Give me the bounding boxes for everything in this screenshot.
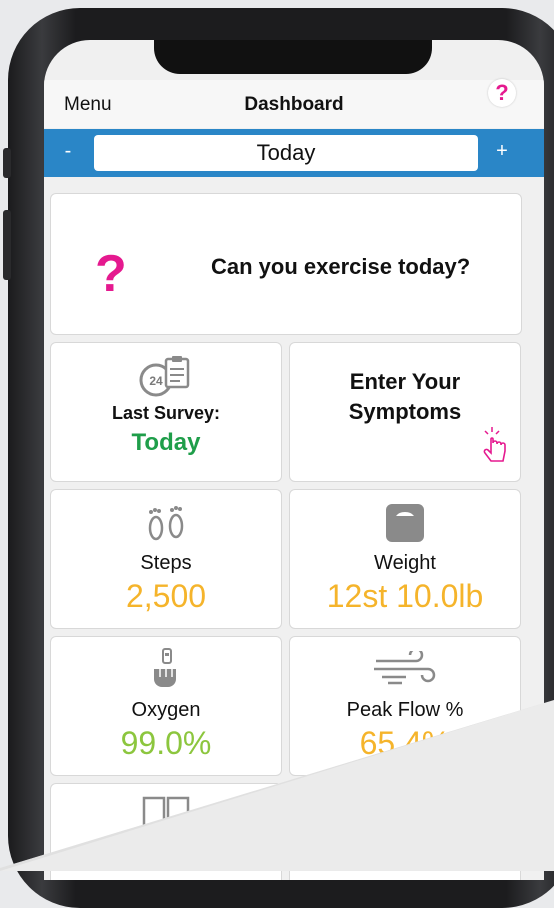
question-icon: ? [95, 245, 127, 303]
weight-value: 12st 10.0lb [326, 578, 484, 614]
symptoms-line1: Enter Your [349, 369, 461, 394]
help-button[interactable]: ? [488, 79, 516, 107]
symptoms-line2: Symptoms [348, 399, 462, 424]
steps-label: Steps [140, 552, 192, 574]
last-survey-label: Last Survey: [111, 403, 221, 423]
footprints-icon [141, 502, 191, 551]
scale-icon [384, 502, 426, 549]
peak-flow-value: 65.4% [359, 725, 451, 761]
calendar-number: 24 [149, 374, 163, 388]
tap-hand-icon [480, 425, 510, 468]
oxygen-value: 99.0% [120, 725, 212, 761]
weight-card[interactable]: Weight 12st 10.0lb [289, 489, 521, 629]
pulse-oximeter-icon [146, 647, 186, 696]
book-icon [140, 794, 192, 839]
oxygen-label: Oxygen [131, 699, 201, 721]
phone-volume-up [3, 210, 11, 280]
last-survey-card[interactable]: 24 Last Survey: Today [50, 342, 282, 482]
nav-bar: Menu Dashboard [44, 80, 544, 128]
next-day-button[interactable]: + [492, 140, 512, 163]
exercise-card[interactable]: ? Can you exercise today? [50, 193, 522, 335]
phone-side-button [3, 148, 11, 178]
diary-card[interactable] [50, 783, 282, 880]
phone-notch [154, 40, 432, 74]
previous-day-button[interactable]: - [58, 140, 78, 163]
wind-icon [372, 647, 438, 692]
extra-card[interactable] [289, 783, 521, 880]
oxygen-card[interactable]: Oxygen 99.0% [50, 636, 282, 776]
steps-card[interactable]: Steps 2,500 [50, 489, 282, 629]
date-field[interactable]: Today [94, 135, 478, 171]
date-selector: - Today + [44, 129, 544, 177]
last-survey-value: Today [131, 429, 201, 456]
symptoms-card[interactable]: Enter Your Symptoms [289, 342, 521, 482]
app-screen: Menu Dashboard ? - Today + ? Can you exe… [44, 40, 544, 880]
calendar-24-icon: 24 [136, 355, 196, 404]
peak-flow-label: Peak Flow % [346, 699, 464, 721]
weight-label: Weight [374, 552, 436, 574]
peak-flow-card[interactable]: Peak Flow % 65.4% [289, 636, 521, 776]
steps-value: 2,500 [125, 578, 207, 614]
page-title: Dashboard [244, 94, 344, 115]
exercise-question: Can you exercise today? [211, 254, 471, 279]
